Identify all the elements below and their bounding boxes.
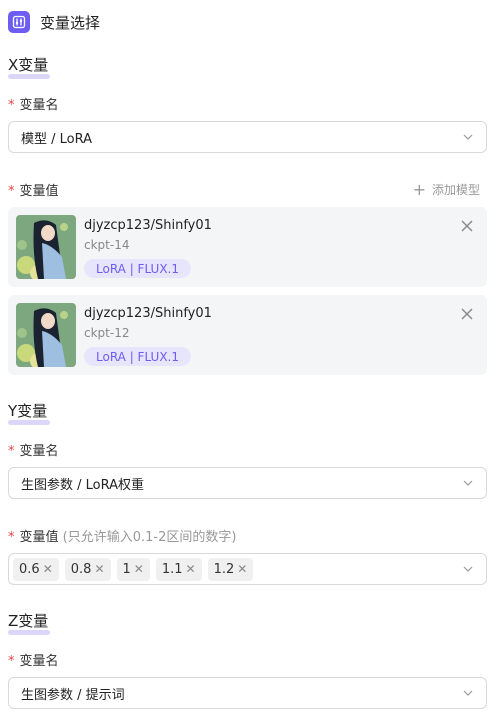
required-star: *: [8, 654, 15, 669]
chevron-down-icon: [463, 134, 473, 140]
required-star: *: [8, 184, 15, 199]
x-title-underline: [8, 74, 50, 79]
chevron-down-icon: [463, 566, 473, 572]
chip-label: 0.8: [70, 561, 92, 577]
z-name-select-value: 生图参数 / 提示词: [21, 687, 125, 703]
model-card[interactable]: djyzcp123/Shinfy01 ckpt-14 LoRA | FLUX.1: [8, 207, 487, 287]
x-name-select-value: 模型 / LoRA: [21, 131, 93, 147]
y-value-label: * 变量值 (只允许输入0.1-2区间的数字): [8, 526, 236, 545]
chip-label: 1.1: [161, 561, 183, 577]
chip-remove-icon[interactable]: ✕: [94, 562, 104, 576]
chip-remove-icon[interactable]: ✕: [237, 562, 247, 576]
value-chip[interactable]: 1.2 ✕: [207, 557, 254, 581]
chip-label: 0.6: [19, 561, 40, 577]
y-value-hint: (只允许输入0.1-2区间的数字): [62, 530, 237, 545]
add-model-label: 添加模型: [431, 183, 480, 197]
sliders-icon: [8, 11, 30, 33]
model-thumbnail: [16, 303, 76, 367]
chip-remove-icon[interactable]: ✕: [186, 562, 196, 576]
chip-remove-icon[interactable]: ✕: [43, 562, 53, 576]
required-star: *: [8, 530, 15, 545]
plus-icon: +: [412, 180, 426, 199]
z-name-label-text: 变量名: [19, 654, 59, 669]
close-icon[interactable]: [460, 219, 474, 233]
model-checkpoint: ckpt-12: [84, 326, 130, 340]
x-name-select[interactable]: 模型 / LoRA: [8, 121, 487, 153]
panel-header: 变量选择: [8, 11, 100, 33]
x-value-label: * 变量值: [8, 180, 59, 199]
x-variable-heading: X变量: [8, 54, 50, 79]
value-chip[interactable]: 1.1 ✕: [155, 557, 202, 581]
y-title-underline: [8, 420, 50, 425]
add-model-button[interactable]: + 添加模型: [413, 180, 480, 199]
chip-label: 1.2: [213, 561, 235, 577]
chevron-down-icon: [463, 480, 473, 486]
y-variable-title: Y变量: [8, 402, 48, 420]
y-variable-heading: Y变量: [8, 400, 50, 425]
chevron-down-icon: [463, 690, 473, 696]
model-thumbnail: [16, 215, 76, 279]
y-name-label-text: 变量名: [19, 444, 59, 459]
model-type-tag: LoRA | FLUX.1: [84, 347, 191, 366]
x-name-label: * 变量名: [8, 94, 59, 113]
x-name-label-text: 变量名: [19, 98, 59, 113]
required-star: *: [8, 444, 15, 459]
chip-remove-icon[interactable]: ✕: [134, 562, 144, 576]
x-variable-title: X变量: [8, 56, 49, 74]
x-value-label-text: 变量值: [19, 184, 59, 199]
value-chip[interactable]: 0.6 ✕: [13, 557, 59, 581]
y-name-label: * 变量名: [8, 440, 59, 459]
model-name: djyzcp123/Shinfy01: [84, 306, 212, 321]
z-variable-title: Z变量: [8, 612, 49, 630]
y-value-multiselect[interactable]: 0.6 ✕ 0.8 ✕ 1 ✕ 1.1 ✕ 1.2 ✕: [8, 553, 487, 585]
value-chip[interactable]: 0.8 ✕: [64, 557, 111, 581]
z-name-label: * 变量名: [8, 650, 59, 669]
value-chip[interactable]: 1 ✕: [116, 557, 150, 581]
y-name-select[interactable]: 生图参数 / LoRA权重: [8, 467, 487, 499]
y-value-label-text: 变量值: [19, 530, 59, 545]
z-title-underline: [8, 630, 50, 635]
model-checkpoint: ckpt-14: [84, 238, 130, 252]
chip-label: 1: [122, 561, 131, 577]
model-name: djyzcp123/Shinfy01: [84, 218, 212, 233]
z-name-select[interactable]: 生图参数 / 提示词: [8, 677, 487, 709]
required-star: *: [8, 98, 15, 113]
close-icon[interactable]: [460, 307, 474, 321]
y-name-select-value: 生图参数 / LoRA权重: [21, 477, 145, 493]
panel-title: 变量选择: [40, 13, 101, 32]
model-card[interactable]: djyzcp123/Shinfy01 ckpt-12 LoRA | FLUX.1: [8, 295, 487, 375]
model-type-tag: LoRA | FLUX.1: [84, 259, 191, 278]
z-variable-heading: Z变量: [8, 610, 50, 635]
